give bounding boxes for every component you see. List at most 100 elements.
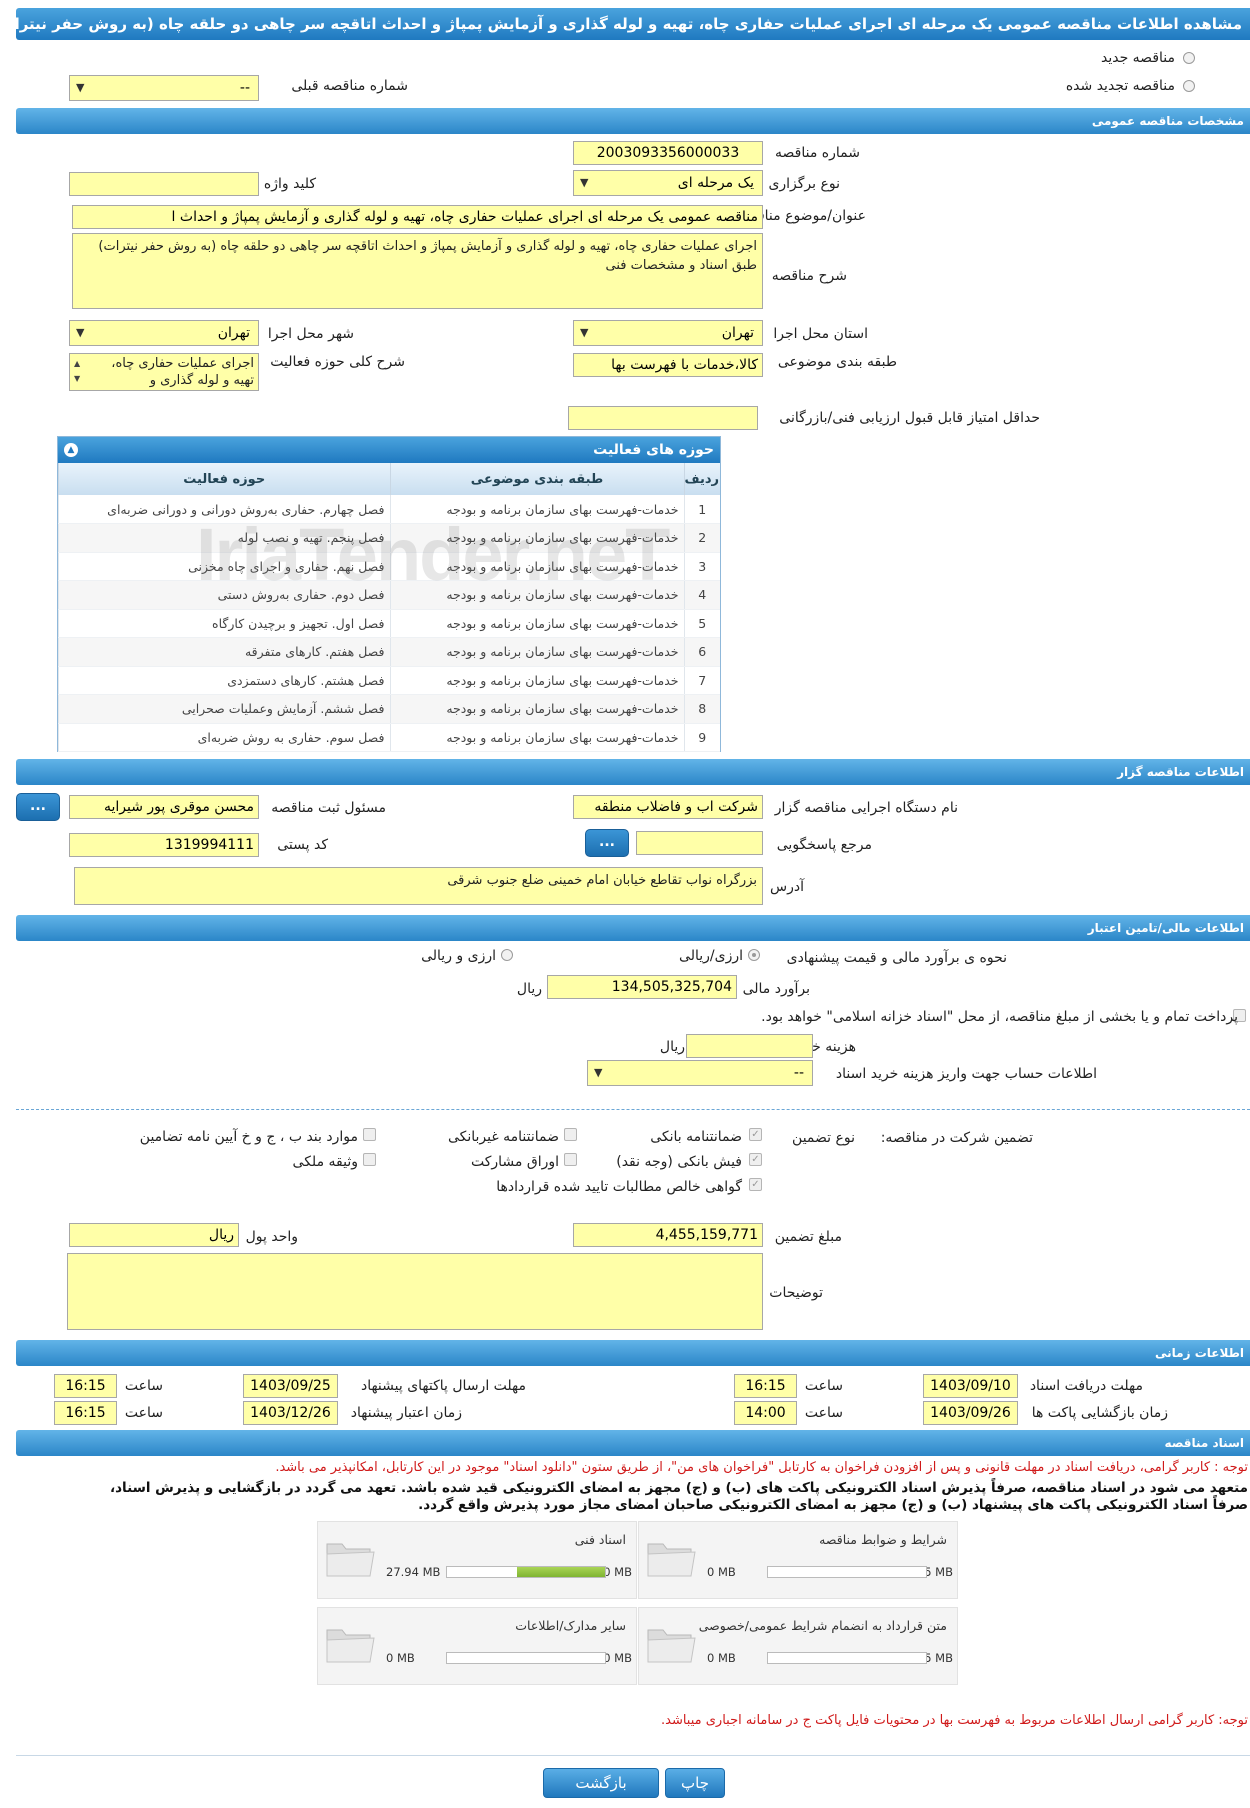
column-header[interactable]: ردیف bbox=[683, 463, 720, 495]
doc-fee-field[interactable] bbox=[686, 1034, 813, 1058]
commitment-line-2: صرفاً اسناد الکترونیکی پاکت های پیشنهاد … bbox=[418, 1497, 1248, 1513]
category-cell: خدمات-فهرست بهای سازمان برنامه و بودجه bbox=[389, 552, 684, 581]
description-field[interactable]: اجرای عملیات حفاری چاه، تهیه و لوله گذار… bbox=[72, 233, 763, 309]
guarantee-type-label: نوع تضمین bbox=[792, 1130, 855, 1146]
bank-guarantee-label: ضمانتنامه بانکی bbox=[650, 1129, 742, 1145]
section-general: مشخصات مناقصه عمومی bbox=[16, 108, 1250, 134]
document-card-used: 0 MB bbox=[386, 1651, 415, 1665]
rial-radio[interactable] bbox=[748, 949, 760, 961]
tender-number-field[interactable]: 2003093356000033 bbox=[573, 141, 763, 165]
submit-deadline-time[interactable]: 16:15 bbox=[54, 1374, 117, 1398]
chevron-down-icon: ▼ bbox=[76, 81, 85, 94]
document-card[interactable]: سایر مدارک/اطلاعات 50 MB 0 MB bbox=[317, 1607, 637, 1685]
activity-cell: فصل اول. تجهیز و برچیدن کارگاه bbox=[58, 609, 390, 638]
net-claims-label: گواهی خالص مطالبات تایید شده قراردادها bbox=[496, 1179, 742, 1195]
activity-desc-field[interactable]: اجرای عملیات حفاری چاه، تهیه و لوله گذار… bbox=[69, 353, 259, 391]
opening-time[interactable]: 14:00 bbox=[734, 1401, 797, 1425]
document-card-used: 27.94 MB bbox=[386, 1565, 441, 1579]
property-checkbox[interactable] bbox=[363, 1153, 376, 1166]
postal-label: کد پستی bbox=[277, 837, 328, 853]
doc-receive-time[interactable]: 16:15 bbox=[734, 1374, 797, 1398]
tender-number-label: شماره مناقصه bbox=[775, 145, 860, 161]
reference-field[interactable] bbox=[636, 831, 763, 855]
document-card-max: 5 MB bbox=[924, 1565, 953, 1579]
notes-label: توضیحات bbox=[769, 1285, 823, 1301]
validity-time[interactable]: 16:15 bbox=[54, 1401, 117, 1425]
row-number-cell: 8 bbox=[683, 694, 720, 724]
bank-guarantee-checkbox[interactable]: ✓ bbox=[749, 1128, 762, 1141]
keyword-field[interactable] bbox=[69, 172, 259, 196]
back-button[interactable]: بازگشت bbox=[543, 1768, 659, 1798]
validity-date[interactable]: 1403/12/26 bbox=[243, 1401, 338, 1425]
category-field[interactable]: کالا،خدمات با فهرست بها bbox=[573, 353, 763, 377]
net-claims-checkbox[interactable]: ✓ bbox=[749, 1178, 762, 1191]
subject-field[interactable]: مناقصه عمومی یک مرحله ای اجرای عملیات حف… bbox=[72, 205, 763, 229]
reference-lookup-button[interactable]: ... bbox=[585, 829, 629, 857]
document-card[interactable]: شرایط و ضوابط مناقصه 5 MB 0 MB bbox=[638, 1521, 958, 1599]
submit-deadline-date[interactable]: 1403/09/25 bbox=[243, 1374, 338, 1398]
table-row[interactable]: 9 خدمات-فهرست بهای سازمان برنامه و بودجه ف… bbox=[58, 723, 720, 752]
document-card[interactable]: اسناد فنی 50 MB 27.94 MB bbox=[317, 1521, 637, 1599]
responsible-lookup-button[interactable]: ... bbox=[16, 793, 60, 821]
activities-panel: حوزه های فعالیت ▲ ردیف طبقه بندی موضوعی … bbox=[57, 436, 721, 752]
bylaw-items-checkbox[interactable] bbox=[363, 1128, 376, 1141]
table-row[interactable]: 2 خدمات-فهرست بهای سازمان برنامه و بودجه ف… bbox=[58, 523, 720, 553]
bonds-checkbox[interactable] bbox=[564, 1153, 577, 1166]
estimate-field[interactable]: 134,505,325,704 bbox=[547, 975, 737, 999]
address-field[interactable]: بزرگراه نواب تقاطع خیابان امام خمینی ضلع… bbox=[74, 867, 763, 905]
document-card-used: 0 MB bbox=[707, 1651, 736, 1665]
divider bbox=[16, 1109, 1250, 1110]
column-header[interactable]: طبقه بندی موضوعی bbox=[389, 463, 684, 495]
estimate-label: برآورد مالی bbox=[742, 981, 810, 997]
submit-deadline-label: مهلت ارسال پاکتهای پیشنهاد bbox=[360, 1378, 526, 1394]
collapse-icon[interactable]: ▲ bbox=[64, 443, 78, 457]
opening-date[interactable]: 1403/09/26 bbox=[923, 1401, 1018, 1425]
doc-receive-date[interactable]: 1403/09/10 bbox=[923, 1374, 1018, 1398]
non-bank-guarantee-checkbox[interactable] bbox=[564, 1128, 577, 1141]
bank-receipt-checkbox[interactable]: ✓ bbox=[749, 1153, 762, 1166]
category-cell: خدمات-فهرست بهای سازمان برنامه و بودجه bbox=[389, 637, 684, 667]
table-row[interactable]: 8 خدمات-فهرست بهای سازمان برنامه و بودجه ف… bbox=[58, 694, 720, 724]
address-label: آدرس bbox=[770, 879, 804, 895]
participation-guarantee-label: تضمین شرکت در مناقصه: bbox=[880, 1130, 1033, 1146]
table-row[interactable]: 4 خدمات-فهرست بهای سازمان برنامه و بودجه ف… bbox=[58, 580, 720, 610]
document-card-title: سایر مدارک/اطلاعات bbox=[515, 1618, 626, 1633]
forex-option-label: ارزی و ریالی bbox=[421, 948, 496, 964]
guarantee-amount-field[interactable]: 4,455,159,771 bbox=[573, 1223, 763, 1247]
row-number-cell: 6 bbox=[683, 637, 720, 667]
min-score-field[interactable] bbox=[568, 406, 758, 430]
print-button[interactable]: چاپ bbox=[665, 1768, 725, 1798]
keyword-label: کلید واژه bbox=[263, 176, 316, 192]
table-row[interactable]: 6 خدمات-فهرست بهای سازمان برنامه و بودجه ف… bbox=[58, 637, 720, 667]
table-row[interactable]: 1 خدمات-فهرست بهای سازمان برنامه و بودجه ف… bbox=[58, 495, 720, 524]
reference-label: مرجع پاسخگویی bbox=[776, 837, 872, 853]
tender-type-select[interactable]: یک مرحله ای ▼ bbox=[573, 170, 763, 196]
account-select[interactable]: -- ▼ bbox=[587, 1060, 813, 1086]
category-cell: خدمات-فهرست بهای سازمان برنامه و بودجه bbox=[389, 666, 684, 695]
city-select[interactable]: تهران ▼ bbox=[69, 320, 259, 346]
postal-field[interactable]: 1319994111 bbox=[69, 833, 259, 857]
activity-cell: فصل چهارم. حفاری به‌روش دورانی و دورانی … bbox=[58, 495, 390, 524]
section-documents: اسناد مناقصه bbox=[16, 1430, 1250, 1456]
org-field[interactable]: شرکت اب و فاضلاب منطقه bbox=[573, 795, 763, 819]
validity-time-label: ساعت bbox=[124, 1405, 163, 1421]
commitment-line-1: متعهد می شود در اسناد مناقصه، صرفاً پذیر… bbox=[109, 1480, 1248, 1496]
column-header[interactable]: حوزه فعالیت bbox=[58, 463, 390, 495]
table-row[interactable]: 7 خدمات-فهرست بهای سازمان برنامه و بودجه ف… bbox=[58, 666, 720, 695]
table-row[interactable]: 3 خدمات-فهرست بهای سازمان برنامه و بودجه ف… bbox=[58, 552, 720, 581]
table-row[interactable]: 5 خدمات-فهرست بهای سازمان برنامه و بودجه ف… bbox=[58, 609, 720, 638]
document-card[interactable]: متن قرارداد به انضمام شرایط عمومی/خصوصی 5… bbox=[638, 1607, 958, 1685]
new-tender-label: مناقصه جدید bbox=[1100, 50, 1175, 66]
scroll-arrows-icon[interactable]: ▲ ▼ bbox=[74, 356, 80, 386]
notes-field[interactable] bbox=[67, 1253, 763, 1330]
responsible-field[interactable]: محسن موقری پور شیرایه bbox=[69, 795, 259, 819]
province-select[interactable]: تهران ▼ bbox=[573, 320, 763, 346]
upload-progress-bar bbox=[767, 1566, 927, 1578]
renewed-tender-radio[interactable] bbox=[1183, 80, 1195, 92]
forex-radio[interactable] bbox=[501, 949, 513, 961]
new-tender-radio[interactable] bbox=[1183, 52, 1195, 64]
opening-label: زمان بازگشایی پاکت ها bbox=[1031, 1405, 1168, 1421]
currency-field[interactable]: ریال bbox=[69, 1223, 239, 1247]
prev-tender-select[interactable]: -- ▼ bbox=[69, 75, 259, 101]
treasury-note: پرداخت تمام و یا بخشی از مبلغ مناقصه، از… bbox=[761, 1009, 1238, 1025]
